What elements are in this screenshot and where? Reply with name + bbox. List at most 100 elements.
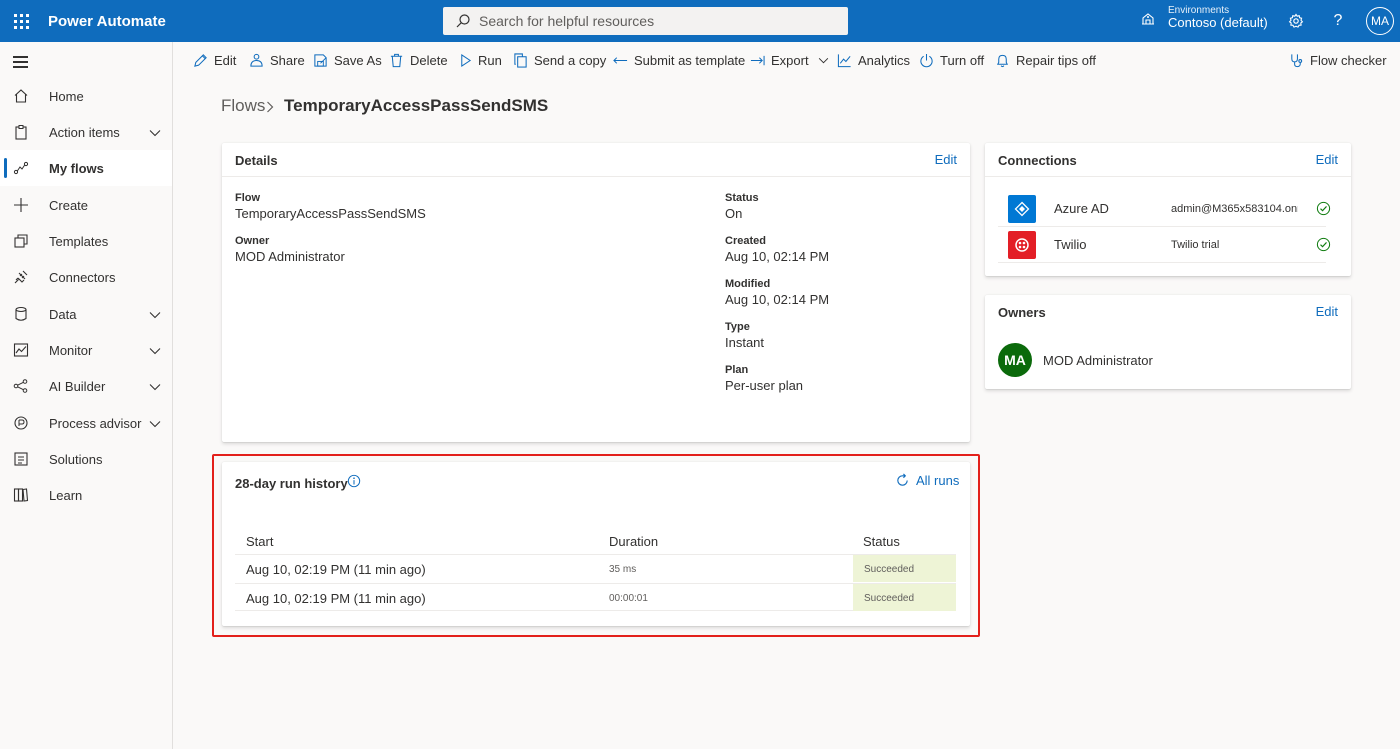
export-icon — [750, 55, 765, 66]
status-label: Status — [725, 192, 759, 204]
turn-off-button[interactable]: Turn off — [919, 53, 984, 68]
sidebar-item-label: Solutions — [49, 451, 103, 467]
sidebar-item-data[interactable]: Data — [0, 296, 172, 332]
gear-icon — [1288, 13, 1304, 28]
connection-account: admin@M365x583104.onmicrosoft.com — [1171, 203, 1298, 215]
plug-icon — [13, 269, 29, 285]
details-card: Details Edit Flow TemporaryAccessPassSen… — [222, 143, 970, 442]
save-as-icon — [314, 54, 327, 67]
help-button[interactable]: ? — [1328, 11, 1348, 31]
sidebar-item-label: Connectors — [49, 269, 116, 285]
flow-checker-button[interactable]: Flow checker — [1289, 53, 1387, 68]
page-title: TemporaryAccessPassSendSMS — [284, 96, 549, 115]
sidebar-item-home[interactable]: Home — [0, 78, 172, 114]
share-button[interactable]: Share — [249, 53, 305, 68]
edit-button[interactable]: Edit — [193, 53, 236, 68]
sidebar-item-templates[interactable]: Templates — [0, 223, 172, 259]
save-as-label: Save As — [334, 53, 382, 68]
twilio-logo-icon — [1008, 231, 1036, 259]
owner-value: MOD Administrator — [235, 249, 345, 264]
connection-name: Azure AD — [1054, 201, 1109, 216]
send-copy-label: Send a copy — [534, 53, 607, 68]
sidebar-item-label: Home — [49, 88, 84, 104]
sidebar-item-solutions[interactable]: Solutions — [0, 441, 172, 477]
sidebar-item-monitor[interactable]: Monitor — [0, 332, 172, 368]
type-label: Type — [725, 321, 750, 333]
ai-builder-icon — [13, 378, 29, 394]
flow-checker-label: Flow checker — [1310, 53, 1387, 68]
trash-icon — [390, 53, 403, 68]
user-avatar[interactable]: MA — [1366, 7, 1394, 35]
solutions-icon — [13, 451, 29, 467]
connection-row-twilio[interactable]: Twilio Twilio trial — [998, 227, 1331, 263]
left-navigation: Home Action items My flows Create Templa… — [0, 42, 173, 749]
repair-tips-label: Repair tips off — [1016, 53, 1096, 68]
analytics-label: Analytics — [858, 53, 911, 68]
breadcrumb-flows-link[interactable]: Flows — [221, 96, 265, 116]
save-as-button[interactable]: Save As — [313, 53, 382, 68]
chevron-down-icon[interactable] — [149, 379, 161, 394]
search-placeholder: Search for helpful resources — [479, 13, 655, 29]
process-advisor-icon — [13, 415, 29, 431]
owners-card-header: Owners Edit — [985, 295, 1351, 329]
send-copy-button[interactable]: Send a copy — [513, 53, 606, 68]
details-title: Details — [235, 153, 278, 168]
turn-off-label: Turn off — [940, 53, 985, 68]
command-bar: Edit Share Save As Delete Run Send a cop… — [173, 42, 1400, 80]
chevron-down-icon[interactable] — [149, 125, 161, 140]
chevron-down-icon[interactable] — [149, 416, 161, 431]
stethoscope-icon — [1291, 54, 1303, 68]
connection-row-azure-ad[interactable]: Azure AD admin@M365x583104.onmicrosoft.c… — [998, 191, 1331, 227]
environment-name: Contoso (default) — [1168, 15, 1268, 30]
submit-template-button[interactable]: Submit as template — [613, 53, 745, 68]
top-bar: Power Automate Search for helpful resour… — [0, 0, 1400, 42]
app-title[interactable]: Power Automate — [48, 13, 166, 30]
sidebar-item-label: My flows — [49, 160, 104, 176]
sidebar-item-action-items[interactable]: Action items — [0, 114, 172, 150]
connections-card-header: Connections Edit — [985, 143, 1351, 177]
sidebar-item-connectors[interactable]: Connectors — [0, 259, 172, 295]
edit-label: Edit — [214, 53, 237, 68]
sidebar-item-create[interactable]: Create — [0, 187, 172, 223]
home-icon — [13, 88, 29, 104]
chevron-down-icon — [818, 57, 828, 64]
search-box[interactable]: Search for helpful resources — [443, 7, 848, 35]
flow-label: Flow — [235, 192, 261, 204]
settings-button[interactable] — [1286, 11, 1306, 31]
sidebar-item-label: Process advisor — [49, 415, 142, 431]
environment-picker[interactable]: Environments Contoso (default) — [1140, 5, 1268, 30]
plan-label: Plan — [725, 364, 749, 376]
check-circle-icon — [1316, 237, 1331, 255]
run-button[interactable]: Run — [459, 53, 502, 68]
repair-tips-button[interactable]: Repair tips off — [995, 53, 1096, 68]
pencil-icon — [194, 54, 207, 67]
details-edit-link[interactable]: Edit — [935, 152, 957, 167]
owner-label: Owner — [235, 235, 270, 247]
share-label: Share — [270, 53, 305, 68]
app-launcher-button[interactable] — [0, 0, 42, 42]
chevron-down-icon[interactable] — [149, 343, 161, 358]
analytics-button[interactable]: Analytics — [837, 53, 910, 68]
connections-edit-link[interactable]: Edit — [1316, 152, 1338, 167]
owners-title: Owners — [998, 305, 1046, 320]
owners-edit-link[interactable]: Edit — [1316, 304, 1338, 319]
connections-title: Connections — [998, 153, 1077, 168]
sidebar-item-process-advisor[interactable]: Process advisor — [0, 405, 172, 441]
sidebar-item-learn[interactable]: Learn — [0, 477, 172, 513]
details-card-header: Details Edit — [222, 143, 970, 177]
connection-name: Twilio — [1054, 237, 1087, 252]
hamburger-menu-button[interactable] — [13, 56, 28, 71]
modified-value: Aug 10, 02:14 PM — [725, 292, 830, 307]
sidebar-item-ai-builder[interactable]: AI Builder — [0, 368, 172, 404]
check-circle-icon — [1316, 201, 1331, 219]
clipboard-icon — [13, 124, 29, 140]
help-icon: ? — [1333, 12, 1343, 29]
chevron-down-icon[interactable] — [149, 307, 161, 322]
export-button[interactable]: Export — [750, 53, 835, 68]
chevron-right-icon — [266, 100, 274, 116]
delete-button[interactable]: Delete — [389, 53, 448, 68]
sidebar-item-my-flows[interactable]: My flows — [0, 150, 172, 186]
modified-label: Modified — [725, 278, 771, 290]
sidebar-item-label: AI Builder — [49, 378, 106, 394]
sidebar-item-label: Learn — [49, 487, 83, 503]
